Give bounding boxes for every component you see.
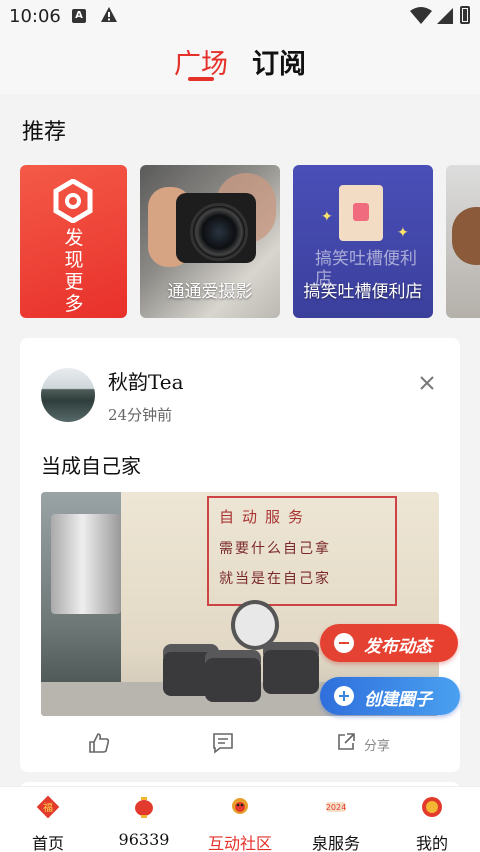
share-icon	[338, 733, 355, 750]
publish-label: 发布动态	[364, 637, 432, 657]
publish-post-button[interactable]: 发布动态	[320, 624, 458, 662]
tab-subscribe[interactable]: 订阅	[252, 42, 306, 81]
circle-card-partial[interactable]	[446, 165, 480, 318]
plus-icon	[334, 686, 354, 706]
like-icon[interactable]	[88, 732, 110, 754]
nav-label: 首页	[31, 834, 64, 852]
circle-card-photography[interactable]: 通通爱摄影	[140, 165, 280, 318]
circle-card-label: 通通爱摄影	[167, 282, 253, 302]
lantern-icon	[135, 797, 153, 818]
recommend-carousel[interactable]: 发现更多 通通爱摄影 ✦ ✦ 搞笑吐槽便利店 搞笑吐槽便利店	[20, 165, 480, 318]
sparkle-icon: ✦	[321, 209, 333, 225]
nav-service[interactable]: 2024 泉服务	[288, 787, 384, 852]
shopping-bag-icon	[339, 185, 383, 241]
bottom-nav: 福 首页 96339 互动社区 2024 泉服务 我的	[0, 786, 480, 852]
battery-icon	[460, 6, 470, 24]
bear-image	[452, 207, 480, 265]
hexagon-icon	[53, 179, 93, 223]
status-time: 10:06	[9, 6, 61, 27]
nav-96339[interactable]: 96339	[96, 787, 192, 852]
image-sign: 自动服务 需要什么自己拿 就当是在自己家	[207, 496, 397, 606]
circle-card-joke-store[interactable]: ✦ ✦ 搞笑吐槽便利店 搞笑吐槽便利店	[293, 165, 433, 318]
nav-label: 96339	[118, 830, 170, 849]
wifi-icon	[410, 7, 432, 24]
avatar[interactable]	[41, 368, 95, 422]
top-header: 广场 订阅	[0, 34, 480, 94]
author-name[interactable]: 秋韵Tea	[108, 366, 184, 395]
discover-more-card[interactable]: 发现更多	[20, 165, 127, 318]
active-tab-indicator	[188, 77, 214, 81]
nav-label: 互动社区	[207, 834, 272, 852]
sign-line-2: 需要什么自己拿	[219, 541, 331, 557]
publish-icon	[334, 633, 354, 653]
lion-dance-icon	[232, 798, 248, 814]
share-button[interactable]: 分享	[336, 732, 390, 756]
home-fu-icon: 福	[36, 795, 60, 819]
circle-card-label: 搞笑吐槽便利店	[303, 282, 423, 302]
svg-text:福: 福	[43, 801, 53, 814]
nav-community[interactable]: 互动社区	[192, 787, 288, 852]
notification-a-icon: A	[72, 9, 86, 23]
create-circle-button[interactable]: 创建圈子	[320, 677, 460, 715]
nav-mine[interactable]: 我的	[384, 787, 480, 852]
profile-lantern-icon	[422, 797, 442, 817]
water-boiler	[51, 514, 121, 614]
comment-icon[interactable]	[212, 732, 234, 754]
sign-line-1: 自动服务	[219, 508, 312, 526]
create-label: 创建圈子	[364, 690, 432, 710]
status-bar: 10:06 A	[0, 0, 480, 34]
post-actions: 分享	[20, 726, 460, 766]
signal-icon	[437, 8, 453, 24]
post-timestamp: 24分钟前	[108, 406, 173, 424]
warning-icon	[101, 7, 117, 22]
close-icon[interactable]	[418, 374, 436, 392]
rice-cooker	[205, 658, 261, 702]
year-2024-icon: 2024	[326, 802, 346, 812]
sign-line-3: 就当是在自己家	[219, 571, 331, 587]
share-label: 分享	[364, 739, 391, 754]
tab-plaza[interactable]: 广场	[174, 42, 228, 81]
post-content: 当成自己家	[41, 454, 141, 478]
rice-cooker	[263, 650, 319, 694]
svg-text:2024: 2024	[326, 803, 346, 812]
sparkle-icon: ✦	[397, 225, 409, 241]
camera-lens	[190, 203, 248, 261]
nav-home[interactable]: 福 首页	[0, 787, 96, 852]
nav-label: 泉服务	[311, 834, 360, 852]
nav-label: 我的	[415, 834, 448, 852]
recommend-title: 推荐	[22, 120, 67, 145]
discover-more-label: 发现更多	[64, 227, 84, 315]
